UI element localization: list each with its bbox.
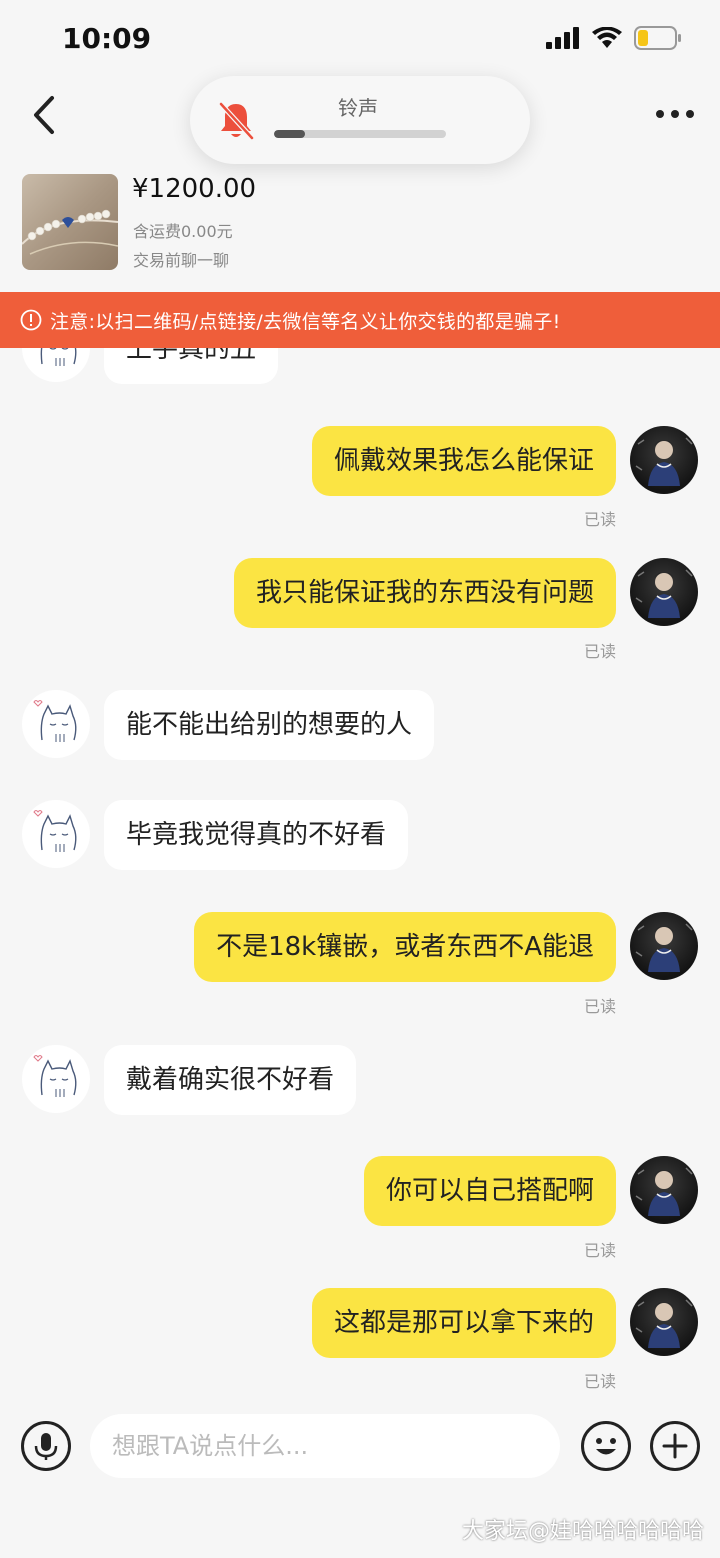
emoji-icon[interactable] — [580, 1420, 632, 1472]
back-icon[interactable] — [26, 92, 62, 138]
sender-avatar[interactable] — [22, 348, 90, 382]
cat-sketch-icon — [33, 1055, 77, 1097]
bell-muted-icon — [219, 102, 254, 140]
sender-avatar[interactable] — [22, 800, 90, 868]
warning-circle-icon — [20, 309, 42, 331]
wifi-icon — [592, 27, 622, 48]
read-status: 已读 — [583, 997, 616, 1016]
my-avatar[interactable] — [630, 426, 698, 494]
incoming-message[interactable]: 上手真的丑 — [104, 348, 279, 384]
profile-photo — [635, 569, 693, 618]
read-status: 已读 — [583, 1241, 616, 1260]
warning-text: 注意:以扫二维码/点链接/去微信等名义让你交钱的都是骗子! — [50, 310, 561, 333]
message-input[interactable]: 想跟TA说点什么... — [90, 1414, 560, 1478]
my-avatar[interactable] — [630, 1288, 698, 1356]
message-input-bar: 想跟TA说点什么... — [0, 1398, 720, 1498]
cat-sketch-icon — [33, 810, 77, 852]
watermark: 大家坛@娃哈哈哈哈哈哈 — [461, 1519, 704, 1544]
cat-sketch-icon — [33, 700, 77, 742]
profile-photo — [635, 923, 693, 972]
outgoing-message[interactable]: 不是18k镶嵌，或者东西不A能退 — [194, 912, 616, 982]
scam-warning-banner: 注意:以扫二维码/点链接/去微信等名义让你交钱的都是骗子! — [0, 292, 720, 348]
cellular-signal-icon — [546, 27, 579, 49]
my-avatar[interactable] — [630, 912, 698, 980]
add-attachment-icon[interactable] — [649, 1420, 701, 1472]
incoming-message[interactable]: 毕竟我觉得真的不好看 — [104, 800, 409, 870]
more-options-icon[interactable] — [654, 100, 696, 128]
cat-sketch-icon — [40, 348, 77, 366]
chat-before-trade-label: 交易前聊一聊 — [133, 251, 230, 270]
outgoing-message[interactable]: 你可以自己搭配啊 — [363, 1156, 616, 1226]
sender-avatar[interactable] — [22, 690, 90, 758]
ringer-label: 铃声 — [338, 96, 378, 120]
microphone-icon[interactable] — [20, 1420, 72, 1472]
bracelet-image — [22, 209, 118, 255]
profile-photo — [635, 437, 693, 486]
status-time: 10:09 — [62, 22, 152, 55]
product-price: ¥1200.00 — [132, 174, 257, 204]
read-status: 已读 — [583, 1372, 616, 1391]
ringer-volume-slider[interactable] — [274, 130, 446, 138]
outgoing-message[interactable]: 我只能保证我的东西没有问题 — [233, 558, 616, 628]
battery-icon — [634, 26, 681, 50]
my-avatar[interactable] — [630, 1156, 698, 1224]
read-status: 已读 — [583, 642, 616, 661]
chat-history[interactable]: 上手真的丑 佩戴效果我怎么能保证 已读 我只能保证我的东西没有问题 已读 能不能… — [0, 348, 720, 1398]
sender-avatar[interactable] — [22, 1045, 90, 1113]
incoming-message[interactable]: 戴着确实很不好看 — [104, 1045, 357, 1115]
status-bar: 10:09 — [0, 0, 720, 78]
ringer-volume-overlay: 铃声 — [190, 76, 530, 164]
ringer-volume-fill — [274, 130, 305, 138]
outgoing-message[interactable]: 这都是那可以拿下来的 — [311, 1288, 616, 1358]
status-icons — [546, 26, 682, 50]
profile-photo — [635, 1167, 693, 1216]
product-shipping: 含运费0.00元 — [133, 222, 233, 241]
my-avatar[interactable] — [630, 558, 698, 626]
product-thumbnail[interactable] — [22, 174, 118, 270]
read-status: 已读 — [583, 510, 616, 529]
outgoing-message[interactable]: 佩戴效果我怎么能保证 — [311, 426, 616, 496]
profile-photo — [635, 1299, 693, 1348]
incoming-message[interactable]: 能不能出给别的想要的人 — [104, 690, 435, 760]
